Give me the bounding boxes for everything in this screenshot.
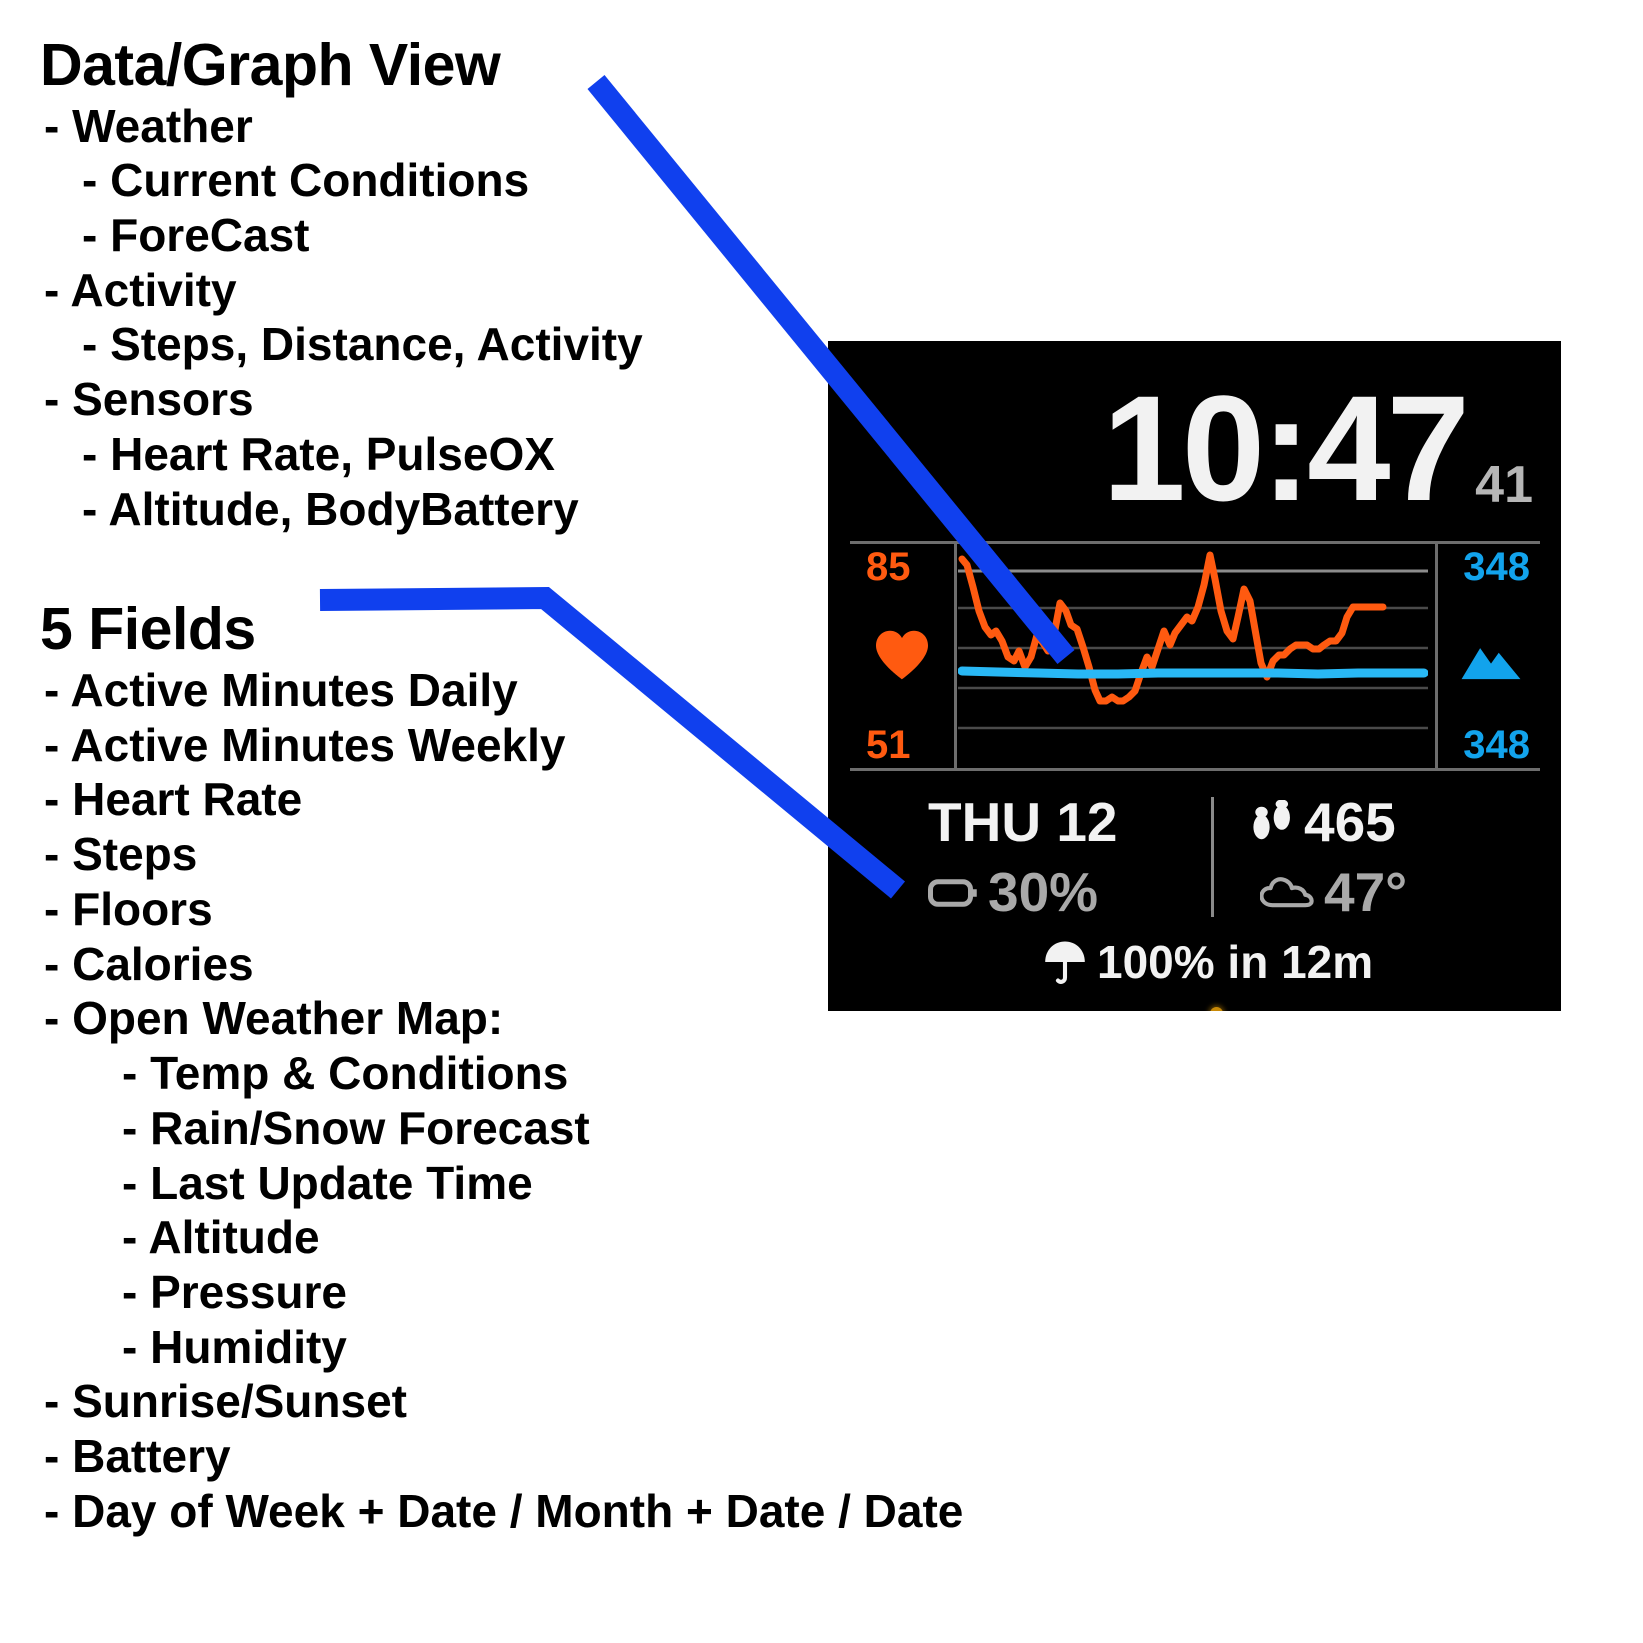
slide-root: Data/Graph View - Weather - Current Cond… bbox=[0, 0, 1643, 1643]
list-item: - Humidity bbox=[122, 1320, 347, 1373]
umbrella-icon bbox=[1043, 939, 1087, 985]
field-battery: 30% bbox=[928, 865, 1098, 920]
data-graph-panel: 85 51 348 348 bbox=[850, 541, 1540, 771]
cloud-icon bbox=[1259, 876, 1314, 910]
temperature-value: 47° bbox=[1324, 861, 1408, 923]
graph-right-divider bbox=[1435, 543, 1438, 769]
list-item: - ForeCast bbox=[82, 209, 310, 261]
clock-seconds: 41 bbox=[1475, 456, 1533, 514]
list-item: - Current Conditions bbox=[82, 154, 530, 207]
field-rain-forecast: 100% in 12m bbox=[1043, 939, 1373, 985]
list-item: - Activity bbox=[44, 263, 237, 316]
field-steps: 465 bbox=[1248, 795, 1396, 850]
heart-rate-altitude-plot bbox=[958, 551, 1428, 730]
list-item: - Temp & Conditions bbox=[122, 1047, 569, 1100]
list-item: - Battery bbox=[44, 1430, 231, 1483]
list-item: - Day of Week + Date / Month + Date / Da… bbox=[44, 1484, 964, 1537]
hr-min-label: 51 bbox=[866, 723, 911, 767]
mountain-icon bbox=[1460, 637, 1522, 681]
data-fields-panel: THU 12 30% 465 47° 100% in 12m bbox=[828, 789, 1561, 1011]
field-divider bbox=[1211, 797, 1214, 917]
hr-max-label: 85 bbox=[866, 545, 911, 589]
field-date: THU 12 bbox=[928, 795, 1118, 850]
list-item: - Sunrise/Sunset bbox=[44, 1375, 407, 1428]
steps-value: 465 bbox=[1304, 791, 1396, 853]
list-item: - Pressure bbox=[122, 1266, 348, 1319]
section-title-data-graph-view: Data/Graph View bbox=[40, 32, 501, 98]
footprints-icon bbox=[1248, 798, 1294, 846]
rain-value: 100% in 12m bbox=[1097, 936, 1374, 988]
list-item: - Altitude bbox=[122, 1211, 320, 1264]
list-item: - Last Update Time bbox=[122, 1156, 533, 1209]
time-row: 10:47 41 bbox=[828, 373, 1561, 529]
battery-value: 30% bbox=[988, 861, 1099, 923]
graph-left-divider bbox=[954, 543, 957, 769]
altitude-max-label: 348 bbox=[1463, 545, 1530, 589]
watch-face: 10:47 41 85 51 348 348 THU 12 30% 465 47… bbox=[828, 341, 1561, 1011]
heart-icon bbox=[874, 629, 930, 681]
list-item: - Rain/Snow Forecast bbox=[122, 1101, 590, 1154]
clock-time: 10:47 bbox=[1102, 364, 1470, 532]
list-item: - Weather bbox=[44, 99, 253, 152]
date-value: THU 12 bbox=[928, 791, 1118, 853]
field-temperature: 47° bbox=[1259, 861, 1408, 923]
battery-icon bbox=[928, 878, 978, 908]
altitude-min-label: 348 bbox=[1463, 723, 1530, 767]
notification-dot bbox=[1210, 1007, 1223, 1011]
